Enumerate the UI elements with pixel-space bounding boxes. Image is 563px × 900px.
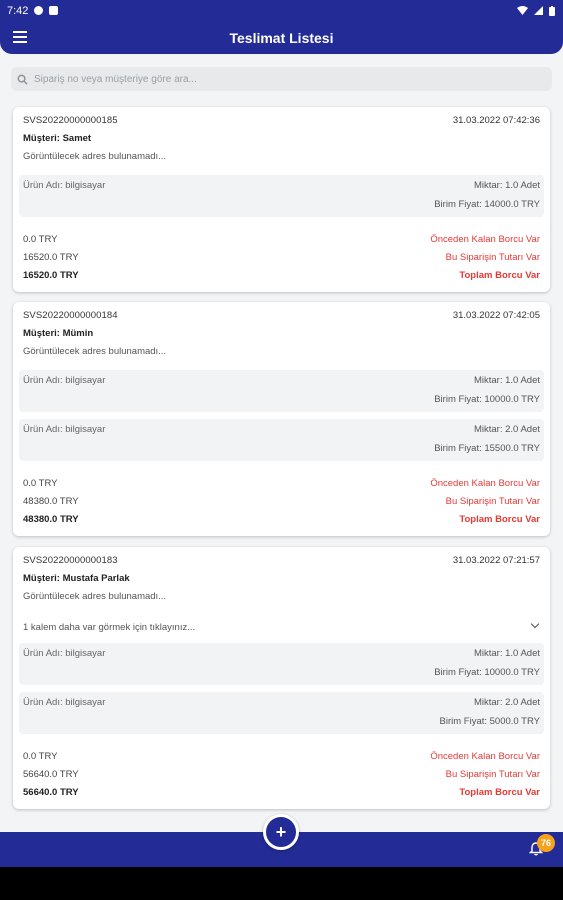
- status-bar: 7:42: [0, 0, 563, 21]
- page-title: Teslimat Listesi: [229, 29, 334, 46]
- item-quantity: Miktar: 2.0 Adet: [473, 424, 540, 435]
- previous-debt-label: Önceden Kalan Borcu Var: [430, 751, 540, 762]
- order-amount-label: Bu Siparişin Tutarı Var: [445, 769, 540, 780]
- previous-debt: 0.0 TRY: [23, 478, 58, 489]
- previous-debt: 0.0 TRY: [23, 234, 58, 245]
- search-bar[interactable]: [11, 67, 552, 91]
- previous-debt-label: Önceden Kalan Borcu Var: [430, 478, 540, 489]
- total-debt: 16520.0 TRY: [23, 270, 79, 281]
- menu-icon[interactable]: [13, 31, 27, 43]
- order-card[interactable]: SVS20220000000184 31.03.2022 07:42:05 Mü…: [13, 302, 550, 536]
- customer-name: Müşteri: Mümin: [23, 328, 94, 339]
- order-item: Ürün Adı: bilgisayar Miktar: 1.0 Adet Bi…: [19, 175, 544, 217]
- previous-debt: 0.0 TRY: [23, 751, 58, 762]
- order-amount: 56640.0 TRY: [23, 769, 79, 780]
- total-debt-label: Toplam Borcu Var: [459, 514, 540, 525]
- notification-badge: 76: [537, 834, 555, 852]
- item-name: Ürün Adı: bilgisayar: [23, 375, 106, 386]
- order-item: Ürün Adı: bilgisayar Miktar: 1.0 Adet Bi…: [19, 643, 544, 685]
- order-item: Ürün Adı: bilgisayar Miktar: 1.0 Adet Bi…: [19, 370, 544, 412]
- customer-address: Görüntülecek adres bulunamadı...: [23, 346, 167, 357]
- item-quantity: Miktar: 1.0 Adet: [473, 180, 540, 191]
- item-name: Ürün Adı: bilgisayar: [23, 697, 106, 708]
- customer-name: Müşteri: Samet: [23, 133, 92, 144]
- order-amount-label: Bu Siparişin Tutarı Var: [445, 252, 540, 263]
- search-icon: [17, 74, 28, 85]
- order-card[interactable]: SVS20220000000185 31.03.2022 07:42:36 Mü…: [13, 107, 550, 292]
- item-unit-price: Birim Fiyat: 10000.0 TRY: [434, 394, 540, 405]
- order-item: Ürün Adı: bilgisayar Miktar: 2.0 Adet Bi…: [19, 419, 544, 461]
- item-unit-price: Birim Fiyat: 14000.0 TRY: [434, 199, 540, 210]
- order-card[interactable]: SVS20220000000183 31.03.2022 07:21:57 Mü…: [13, 547, 550, 809]
- order-amount: 48380.0 TRY: [23, 496, 79, 507]
- status-time: 7:42: [7, 4, 29, 17]
- item-unit-price: Birim Fiyat: 10000.0 TRY: [434, 667, 540, 678]
- total-debt-label: Toplam Borcu Var: [459, 270, 540, 281]
- chevron-down-icon[interactable]: [530, 619, 540, 629]
- order-amount-label: Bu Siparişin Tutarı Var: [445, 496, 540, 507]
- notification-app-icon: [34, 6, 44, 15]
- total-debt: 48380.0 TRY: [23, 514, 79, 525]
- sd-card-icon: [49, 6, 59, 15]
- customer-address: Görüntülecek adres bulunamadı...: [23, 591, 167, 602]
- item-quantity: Miktar: 1.0 Adet: [473, 648, 540, 659]
- item-name: Ürün Adı: bilgisayar: [23, 180, 106, 191]
- more-items-link[interactable]: 1 kalem daha var görmek için tıklayınız.…: [23, 622, 195, 633]
- signal-icon: [534, 6, 543, 15]
- battery-icon: [549, 5, 555, 16]
- app-bar: Teslimat Listesi: [0, 21, 563, 54]
- wifi-icon: [517, 6, 528, 15]
- order-item: Ürün Adı: bilgisayar Miktar: 2.0 Adet Bi…: [19, 692, 544, 734]
- order-date: 31.03.2022 07:42:36: [452, 115, 540, 126]
- order-amount: 16520.0 TRY: [23, 252, 79, 263]
- item-quantity: Miktar: 1.0 Adet: [473, 375, 540, 386]
- item-name: Ürün Adı: bilgisayar: [23, 424, 106, 435]
- item-unit-price: Birim Fiyat: 5000.0 TRY: [439, 716, 541, 727]
- search-input[interactable]: [28, 72, 552, 86]
- item-name: Ürün Adı: bilgisayar: [23, 648, 106, 659]
- item-quantity: Miktar: 2.0 Adet: [473, 697, 540, 708]
- order-date: 31.03.2022 07:21:57: [452, 555, 540, 566]
- total-debt-label: Toplam Borcu Var: [459, 787, 540, 798]
- previous-debt-label: Önceden Kalan Borcu Var: [430, 234, 540, 245]
- item-unit-price: Birim Fiyat: 15500.0 TRY: [434, 443, 540, 454]
- system-nav-bar: [0, 867, 563, 900]
- total-debt: 56640.0 TRY: [23, 787, 79, 798]
- add-order-button[interactable]: +: [263, 814, 299, 850]
- customer-address: Görüntülecek adres bulunamadı...: [23, 151, 167, 162]
- order-date: 31.03.2022 07:42:05: [452, 310, 540, 321]
- customer-name: Müşteri: Mustafa Parlak: [23, 573, 130, 584]
